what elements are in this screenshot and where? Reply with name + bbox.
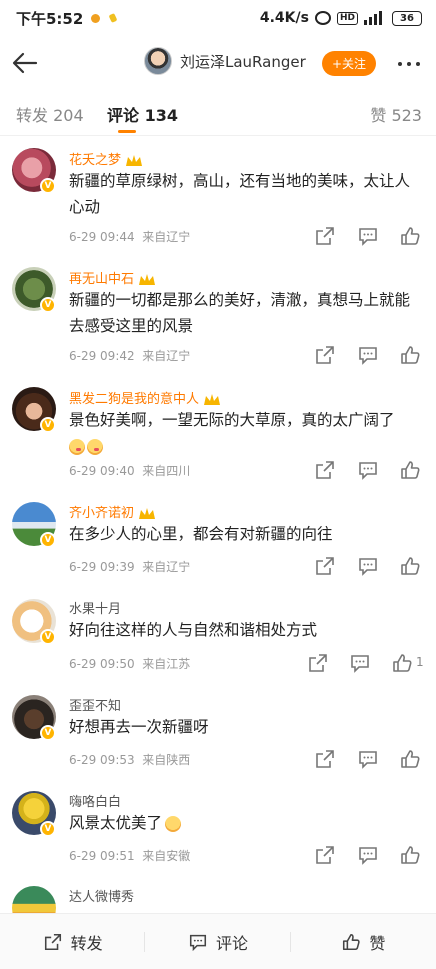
share-icon[interactable] (307, 652, 329, 674)
follow-button[interactable]: +关注 (322, 51, 376, 76)
verified-badge-icon: V (40, 821, 56, 837)
commenter-name[interactable]: 水果十月 (69, 598, 121, 617)
bottom-repost-label: 转发 (70, 933, 103, 953)
status-bar: 下午5:52 4.4K/s HD 36 (0, 0, 436, 36)
reply-icon[interactable] (357, 225, 379, 247)
verified-badge-icon: V (40, 725, 56, 741)
commenter-name[interactable]: 再无山中石 (69, 268, 156, 287)
comment-meta: 6-29 09:39 来自辽宁 (69, 560, 191, 574)
like-icon[interactable] (399, 344, 421, 366)
like-icon[interactable] (399, 844, 421, 866)
comment-meta: 6-29 09:44 来自辽宁 (69, 230, 191, 244)
author-avatar[interactable] (144, 47, 172, 75)
share-icon[interactable] (314, 225, 336, 247)
reply-icon[interactable] (357, 748, 379, 770)
like-icon[interactable] (399, 459, 421, 481)
commenter-name[interactable]: 嗨咯白白 (69, 791, 121, 810)
commenter-name[interactable]: 达人微博秀 (69, 886, 134, 905)
comment-meta: 6-29 09:40 来自四川 (69, 464, 191, 478)
bottom-like-button[interactable]: 赞 (291, 914, 436, 969)
comment-meta: 6-29 09:42 来自辽宁 (69, 349, 191, 363)
bottom-repost-button[interactable]: 转发 (0, 914, 146, 969)
reply-icon[interactable] (357, 344, 379, 366)
kiss-emoji-icon (69, 438, 85, 455)
reply-icon[interactable] (357, 459, 379, 481)
bottom-comment-button[interactable]: 评论 (145, 914, 291, 969)
verified-badge-icon: V (40, 297, 56, 313)
author-profile[interactable]: 刘运泽LauRanger (144, 47, 306, 75)
vip-crown-icon (139, 507, 156, 519)
author-name[interactable]: 刘运泽LauRanger (180, 51, 306, 72)
share-icon[interactable] (314, 344, 336, 366)
comment-text: 景色好美啊，一望无际的大草原，真的太广阔了 (69, 407, 418, 459)
network-speed: 4.4K/s (259, 10, 309, 26)
reply-icon[interactable] (357, 555, 379, 577)
commenter-name[interactable]: 黑发二狗是我的意中人 (69, 388, 221, 407)
comment-icon (189, 934, 207, 951)
commenter-name[interactable]: 歪歪不知 (69, 695, 121, 714)
bottom-like-label: 赞 (369, 933, 386, 953)
verified-badge-icon: V (40, 532, 56, 548)
reply-icon[interactable] (357, 844, 379, 866)
status-right: 4.4K/s HD 36 (260, 10, 422, 26)
comment-meta: 6-29 09:50 来自江苏 (69, 657, 191, 671)
vip-crown-icon (126, 154, 143, 166)
like-icon[interactable] (399, 748, 421, 770)
share-icon[interactable] (314, 459, 336, 481)
comment-text: 新疆的草原绿树，高山，还有当地的美味，太让人心动 (69, 172, 411, 216)
verified-badge-icon: V (40, 629, 56, 645)
tab-comment[interactable]: 评论 134 (107, 102, 178, 126)
comment-meta: 6-29 09:51 来自安徽 (69, 849, 191, 863)
comment-text: 好想再去一次新疆呀 (69, 718, 209, 736)
more-options-icon[interactable] (394, 54, 424, 74)
bottom-comment-label: 评论 (215, 933, 248, 953)
post-tabs: 转发 204 评论 134 赞 523 (0, 90, 436, 136)
comment-text: 在多少人的心里，都会有对新疆的向往 (69, 525, 333, 543)
like-count: 1 (416, 655, 424, 669)
top-nav: 刘运泽LauRanger +关注 (0, 36, 436, 90)
active-tab-indicator (118, 130, 136, 133)
notification-dot-icon (91, 13, 101, 23)
comment-text: 好向往这样的人与自然和谐相处方式 (69, 621, 318, 639)
signal-icon (364, 11, 386, 25)
tab-repost[interactable]: 转发 204 (16, 102, 84, 126)
tab-like[interactable]: 赞 523 (370, 102, 422, 126)
kiss-emoji-icon (87, 438, 103, 455)
like-icon[interactable] (391, 652, 413, 674)
reply-icon[interactable] (349, 652, 371, 674)
comment-text: 风景太优美了 (69, 810, 418, 836)
battery-icon: 36 (392, 10, 422, 26)
comment-text: 新疆的一切都是那么的美好，清澈，真想马上就能去感受这里的风景 (69, 291, 411, 335)
commenter-name[interactable]: 齐小齐诺初 (69, 502, 156, 521)
vip-crown-icon (204, 393, 221, 405)
back-arrow-icon[interactable] (10, 48, 40, 78)
alarm-icon (314, 11, 331, 25)
repost-icon (44, 933, 61, 950)
smile-emoji-icon (165, 815, 182, 832)
comment-meta: 6-29 09:53 来自陕西 (69, 753, 191, 767)
notification-leaf-icon (108, 13, 118, 23)
commenter-name[interactable]: 花夭之梦 (69, 149, 143, 168)
hd-icon: HD (336, 11, 358, 25)
share-icon[interactable] (314, 844, 336, 866)
thumbs-up-icon (343, 933, 360, 950)
vip-crown-icon (139, 273, 156, 285)
status-time: 下午5:52 (16, 9, 84, 28)
bottom-action-bar: 转发 评论 赞 (0, 913, 436, 969)
like-icon[interactable] (399, 225, 421, 247)
verified-badge-icon: V (40, 178, 56, 194)
share-icon[interactable] (314, 555, 336, 577)
like-icon[interactable] (399, 555, 421, 577)
share-icon[interactable] (314, 748, 336, 770)
verified-badge-icon: V (40, 417, 56, 433)
